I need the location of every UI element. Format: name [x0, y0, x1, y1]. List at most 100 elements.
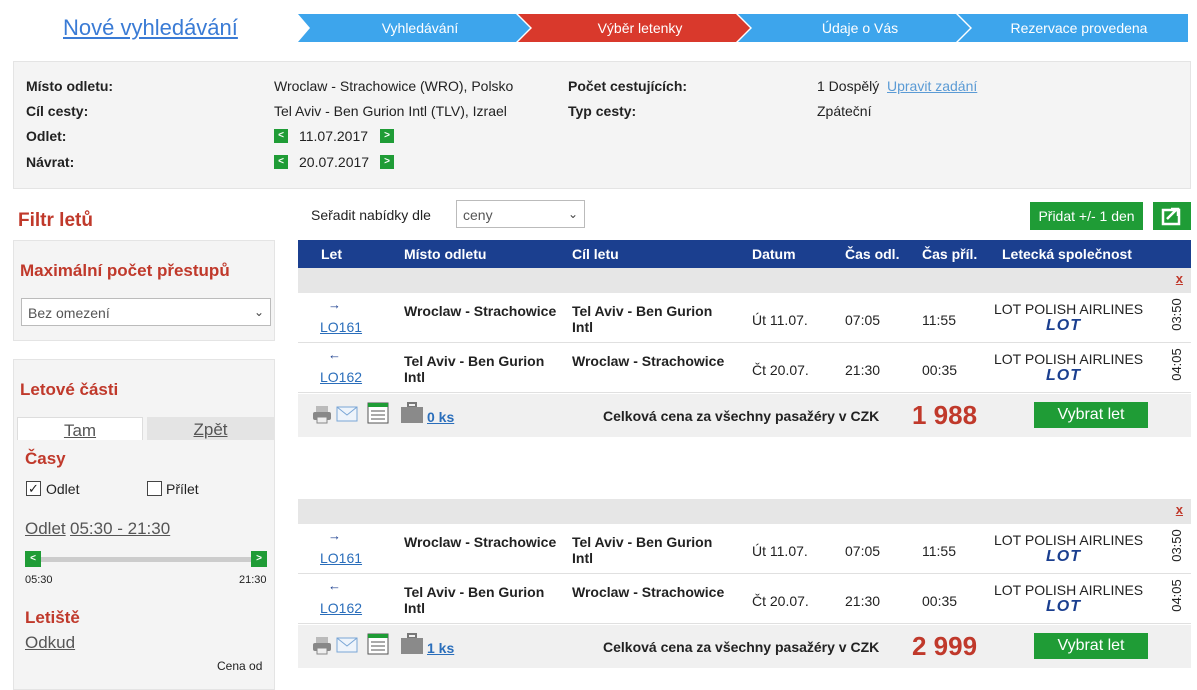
flight-number-link[interactable]: LO162: [320, 369, 362, 385]
airline-logo: LOT: [1046, 548, 1081, 565]
step-search: Vyhledávání: [381, 20, 459, 36]
time-slider-min-handle[interactable]: <: [25, 551, 41, 567]
total-price: 2 999: [912, 631, 978, 661]
col-departure-time: Čas odl.: [845, 246, 900, 262]
to-value: Tel Aviv - Ben Gurion Intl (TLV), Izrael: [274, 103, 507, 119]
times-title: Časy: [25, 449, 66, 468]
time-filter-range: 05:30 - 21:30: [70, 519, 171, 538]
segments-panel: Letové části Tam Zpět Časy ✓ Odlet Příle…: [13, 359, 275, 690]
chevron-down-icon: ⌄: [567, 207, 578, 221]
return-next-button[interactable]: >: [380, 155, 394, 169]
max-transfers-panel: Maximální počet přestupů Bez omezení ⌄: [13, 240, 275, 341]
col-date: Datum: [752, 246, 796, 262]
chevron-down-icon: ⌄: [253, 305, 264, 319]
airline-logo: LOT: [1046, 598, 1081, 615]
departure-label: Odlet:: [26, 128, 67, 144]
flight-departure-time: 21:30: [845, 362, 881, 378]
airline-logo: LOT: [1046, 317, 1081, 334]
flight-number-link[interactable]: LO161: [320, 550, 362, 566]
share-icon: [1161, 207, 1181, 226]
return-prev-button[interactable]: <: [274, 155, 288, 169]
departure-checkbox[interactable]: ✓: [26, 481, 41, 496]
col-destination: Cíl letu: [572, 246, 619, 262]
email-icon[interactable]: [336, 637, 358, 656]
max-transfers-select[interactable]: Bez omezení ⌄: [21, 298, 271, 326]
flight-arrival-time: 11:55: [922, 312, 956, 328]
tab-back[interactable]: Zpět: [147, 420, 274, 440]
add-day-button[interactable]: Přidat +/- 1 den: [1030, 202, 1143, 230]
flight-origin: Wroclaw - Strachowice: [404, 534, 557, 550]
trip-type-label: Typ cesty:: [568, 103, 637, 119]
flight-departure-time: 07:05: [845, 543, 881, 559]
flight-date: Čt 20.07.: [752, 593, 809, 609]
departure-prev-button[interactable]: <: [274, 129, 288, 143]
time-filter-label: Odlet: [25, 519, 66, 538]
passengers-label: Počet cestujících:: [568, 78, 688, 94]
step-your-details: Údaje o Vás: [821, 20, 899, 36]
time-slider-track: [26, 557, 266, 562]
departure-checkbox-label: Odlet: [46, 481, 80, 497]
luggage-icon: [400, 633, 424, 658]
total-price-label: Celková cena za všechny pasažéry v CZK: [603, 408, 880, 424]
passengers-value: 1 Dospělý: [817, 78, 880, 94]
step-booking-done: Rezervace provedena: [1010, 20, 1148, 36]
details-icon[interactable]: [367, 633, 389, 658]
departure-value: 11.07.2017: [299, 128, 369, 144]
to-label: Cíl cesty:: [26, 103, 89, 119]
flight-arrival-time: 00:35: [922, 593, 958, 609]
arrival-checkbox[interactable]: [147, 481, 162, 496]
remove-offer-button[interactable]: x: [1176, 271, 1183, 286]
airline-name: LOT POLISH AIRLINES: [994, 532, 1144, 548]
col-origin: Místo odletu: [404, 246, 487, 262]
flight-destination: Wroclaw - Strachowice: [572, 353, 725, 369]
departure-next-button[interactable]: >: [380, 129, 394, 143]
new-search-link[interactable]: Nové vyhledávání: [63, 15, 238, 41]
time-slider-max-handle[interactable]: >: [251, 551, 267, 567]
edit-search-link[interactable]: Upravit zadání: [887, 78, 977, 94]
luggage-count-link[interactable]: 0 ks: [427, 409, 454, 425]
details-icon[interactable]: [367, 402, 389, 427]
airline-name: LOT POLISH AIRLINES: [994, 582, 1144, 598]
total-price-label: Celková cena za všechny pasažéry v CZK: [603, 639, 880, 655]
offer-card: x → LO161 Wroclaw - Strachowice Tel Aviv…: [298, 268, 1191, 438]
select-flight-button[interactable]: Vybrat let: [1034, 402, 1148, 428]
sort-label: Seřadit nabídky dle: [311, 207, 431, 223]
price-row: 1 ks Celková cena za všechny pasažéry v …: [298, 625, 1191, 668]
remove-offer-button[interactable]: x: [1176, 502, 1183, 517]
airline-name: LOT POLISH AIRLINES: [994, 351, 1144, 367]
sort-select-value: ceny: [463, 207, 493, 223]
offer-top-bar: x: [298, 268, 1191, 293]
sort-select[interactable]: ceny ⌄: [456, 200, 585, 228]
search-summary: Místo odletu: Wroclaw - Strachowice (WRO…: [13, 61, 1191, 189]
tab-there[interactable]: Tam: [17, 421, 143, 441]
outbound-arrow-icon: →: [328, 528, 341, 543]
select-flight-button[interactable]: Vybrat let: [1034, 633, 1148, 659]
email-icon[interactable]: [336, 406, 358, 425]
col-flight: Let: [321, 246, 342, 262]
airports-from-link[interactable]: Odkud: [25, 633, 75, 653]
from-value: Wroclaw - Strachowice (WRO), Polsko: [274, 78, 514, 94]
flight-number-link[interactable]: LO161: [320, 319, 362, 335]
flight-row: → LO161 Wroclaw - Strachowice Tel Aviv -…: [298, 293, 1191, 343]
flight-origin: Tel Aviv - Ben Gurion Intl: [404, 353, 545, 385]
flight-destination: Tel Aviv - Ben Gurion Intl: [572, 303, 713, 335]
offer-top-bar: x: [298, 499, 1191, 524]
flight-origin: Tel Aviv - Ben Gurion Intl: [404, 584, 545, 616]
flight-destination: Wroclaw - Strachowice: [572, 584, 725, 600]
flight-number-link[interactable]: LO162: [320, 600, 362, 616]
share-button[interactable]: [1153, 202, 1191, 230]
print-icon[interactable]: [312, 635, 332, 658]
time-slider-max-label: 21:30: [239, 574, 267, 586]
filter-title: Filtr letů: [18, 210, 93, 231]
airline-name: LOT POLISH AIRLINES: [994, 301, 1144, 317]
col-airline: Letecká společnost: [1002, 246, 1132, 262]
flight-departure-time: 21:30: [845, 593, 881, 609]
flight-row: → LO161 Wroclaw - Strachowice Tel Aviv -…: [298, 524, 1191, 574]
flight-arrival-time: 00:35: [922, 362, 958, 378]
luggage-count-link[interactable]: 1 ks: [427, 640, 454, 656]
flight-date: Čt 20.07.: [752, 362, 809, 378]
step-select-ticket: Výběr letenky: [597, 20, 683, 36]
print-icon[interactable]: [312, 404, 332, 427]
progress-steps: Vyhledávání Výběr letenky Údaje o Vás Re…: [298, 14, 1188, 42]
price-from-label: Cena od: [217, 659, 263, 673]
